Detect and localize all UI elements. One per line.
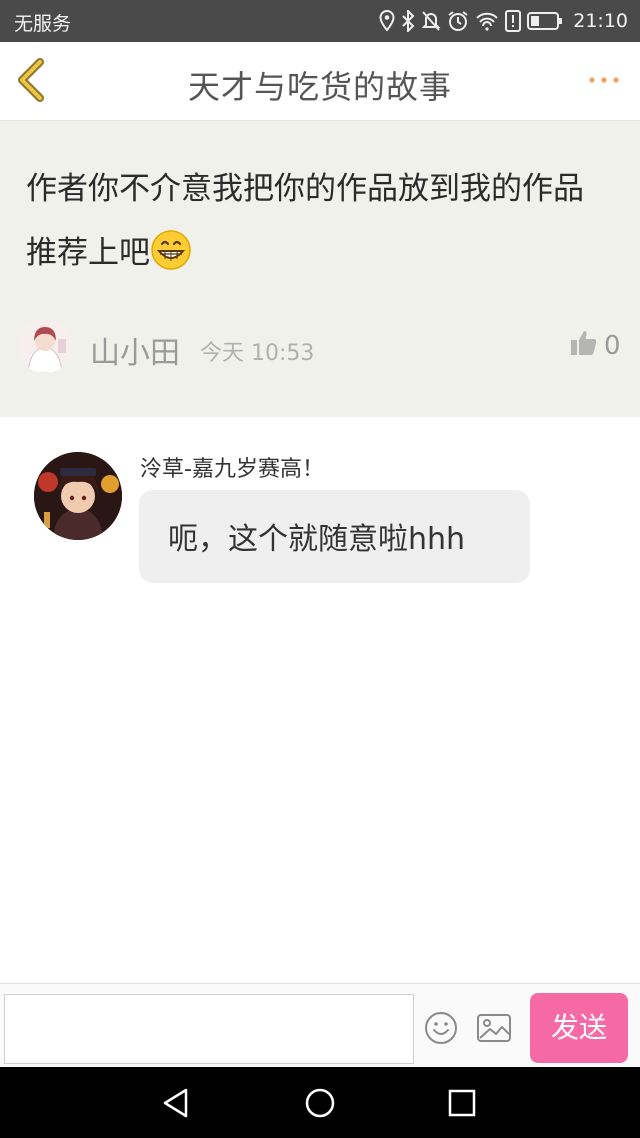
post-author-avatar[interactable] — [18, 319, 72, 373]
battery-icon — [527, 12, 563, 30]
reply-message: 呃，这个就随意啦hhh — [168, 522, 466, 557]
emoji-icon[interactable] — [424, 1011, 458, 1045]
alarm-icon — [448, 11, 468, 31]
reply-bubble[interactable]: 呃，这个就随意啦hhh — [139, 490, 530, 583]
avatar-illustration — [18, 319, 72, 373]
more-dots-icon — [589, 77, 619, 83]
alert-icon — [505, 10, 522, 32]
reply-author-name[interactable]: 泠草-嘉九岁赛高！ — [140, 451, 324, 483]
post-author-name[interactable]: 山小田 — [90, 328, 180, 372]
recents-square-icon[interactable] — [446, 1087, 478, 1119]
top-nav: 天才与吃货的故事 — [0, 42, 640, 121]
image-icon[interactable] — [476, 1012, 512, 1044]
system-nav-bar — [0, 1067, 640, 1138]
avatar-illustration — [34, 452, 122, 540]
post-text: 作者你不介意我把你的作品放到我的作品推荐上吧 — [26, 171, 584, 271]
mute-icon — [421, 11, 441, 31]
reply-author-avatar[interactable] — [34, 452, 122, 540]
more-button[interactable] — [586, 70, 626, 90]
wifi-icon — [476, 12, 498, 31]
like-count: 0 — [604, 331, 621, 361]
composer-bar: 发送 — [0, 983, 640, 1068]
post-timestamp: 今天 10:53 — [200, 341, 315, 366]
send-button[interactable]: 发送 — [530, 993, 628, 1063]
carrier-label: 无服务 — [14, 13, 72, 35]
clock: 21:10 — [573, 10, 628, 32]
comment-input[interactable] — [4, 994, 414, 1064]
original-post: 作者你不介意我把你的作品放到我的作品推荐上吧 山小田 今天 10:53 0 — [0, 121, 640, 417]
location-icon — [379, 10, 395, 32]
home-circle-icon[interactable] — [304, 1087, 336, 1119]
back-triangle-icon[interactable] — [160, 1087, 192, 1119]
post-content: 作者你不介意我把你的作品放到我的作品推荐上吧 — [26, 157, 606, 285]
status-icons: 21:10 — [379, 7, 628, 35]
page-title: 天才与吃货的故事 — [187, 68, 452, 106]
thumbs-up-icon[interactable] — [570, 329, 598, 357]
bluetooth-icon — [402, 10, 415, 32]
grinning-face-emoji-icon — [151, 230, 191, 270]
status-bar: 无服务 21:10 — [0, 0, 640, 42]
